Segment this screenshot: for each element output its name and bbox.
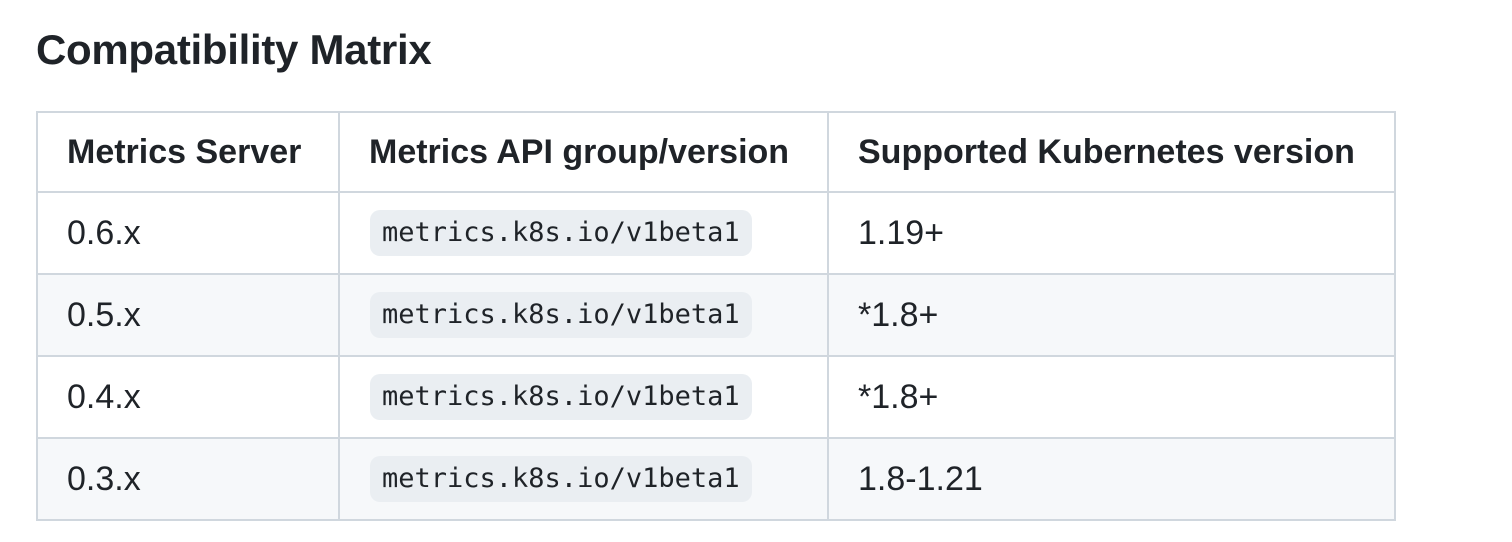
kubernetes-version-cell: 1.19+: [827, 191, 1396, 275]
column-header-metrics-server: Metrics Server: [36, 111, 340, 193]
metrics-server-version-cell: 0.3.x: [36, 437, 340, 521]
table-row: 0.5.x metrics.k8s.io/v1beta1 *1.8+: [36, 273, 1396, 357]
metrics-server-version-cell: 0.5.x: [36, 273, 340, 357]
api-version-code: metrics.k8s.io/v1beta1: [370, 374, 752, 420]
column-header-kubernetes-version: Supported Kubernetes version: [827, 111, 1396, 193]
api-version-code: metrics.k8s.io/v1beta1: [370, 292, 752, 338]
column-header-api-group-version: Metrics API group/version: [338, 111, 829, 193]
api-group-version-cell: metrics.k8s.io/v1beta1: [338, 191, 829, 275]
header-row: Metrics Server Metrics API group/version…: [36, 111, 1396, 193]
table-header: Metrics Server Metrics API group/version…: [36, 111, 1396, 193]
kubernetes-version-cell: *1.8+: [827, 273, 1396, 357]
api-version-code: metrics.k8s.io/v1beta1: [370, 456, 752, 502]
table-row: 0.3.x metrics.k8s.io/v1beta1 1.8-1.21: [36, 437, 1396, 521]
api-group-version-cell: metrics.k8s.io/v1beta1: [338, 355, 829, 439]
api-group-version-cell: metrics.k8s.io/v1beta1: [338, 437, 829, 521]
metrics-server-version-cell: 0.4.x: [36, 355, 340, 439]
kubernetes-version-cell: 1.8-1.21: [827, 437, 1396, 521]
table-row: 0.4.x metrics.k8s.io/v1beta1 *1.8+: [36, 355, 1396, 439]
compatibility-matrix-table: Metrics Server Metrics API group/version…: [36, 111, 1396, 521]
table-body: 0.6.x metrics.k8s.io/v1beta1 1.19+ 0.5.x…: [36, 191, 1396, 521]
section-heading: Compatibility Matrix: [36, 26, 432, 73]
metrics-server-version-cell: 0.6.x: [36, 191, 340, 275]
kubernetes-version-cell: *1.8+: [827, 355, 1396, 439]
table-row: 0.6.x metrics.k8s.io/v1beta1 1.19+: [36, 191, 1396, 275]
api-version-code: metrics.k8s.io/v1beta1: [370, 210, 752, 256]
api-group-version-cell: metrics.k8s.io/v1beta1: [338, 273, 829, 357]
